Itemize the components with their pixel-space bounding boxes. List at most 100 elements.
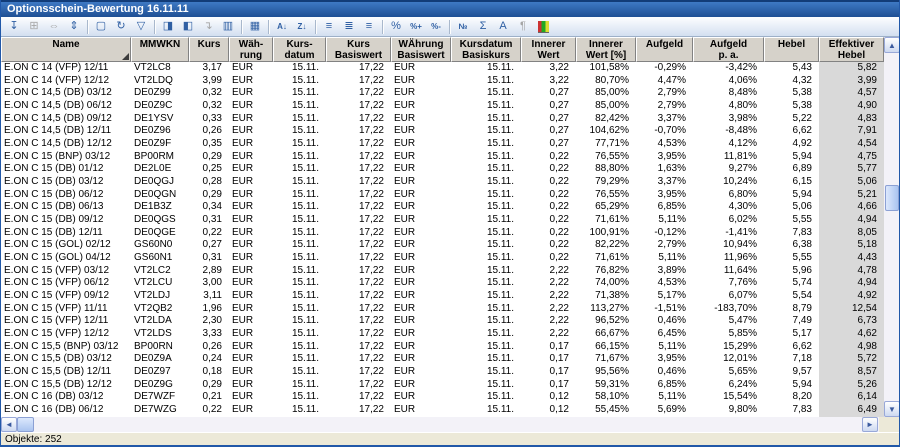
scroll-right-button[interactable]: ►: [862, 417, 878, 432]
cell-kursdatum: 15.11.: [273, 227, 326, 240]
column-header-waehrung[interactable]: Wäh-rung: [229, 37, 273, 62]
column-header-innerer_wert_pct[interactable]: InnererWert [%]: [576, 37, 636, 62]
format-font-icon[interactable]: A: [493, 17, 513, 36]
column-header-waehrung_basiswert[interactable]: WÄhrungBasiswert: [391, 37, 451, 62]
column-header-kurs[interactable]: Kurs: [189, 37, 229, 62]
table-row[interactable]: E.ON C 15,5 (DB) 03/12DE0Z9A0,24EUR15.11…: [1, 353, 884, 366]
table-row[interactable]: E.ON C 15 (BNP) 03/12BP00RM0,29EUR15.11.…: [1, 151, 884, 164]
fit-width-icon[interactable]: ⇔: [44, 17, 64, 36]
horizontal-scrollbar-thumb[interactable]: [17, 417, 34, 432]
column-header-effektiver_hebel[interactable]: EffektiverHebel: [819, 37, 884, 62]
cell-mmwkn: VT2LC8: [131, 62, 189, 75]
table-row[interactable]: E.ON C 15,5 (BNP) 03/12BP00RN0,26EUR15.1…: [1, 341, 884, 354]
column-header-kursdatum_basiskurs[interactable]: KursdatumBasiskurs: [451, 37, 521, 62]
table-row[interactable]: E.ON C 15 (VFP) 11/11VT2QB21,96EUR15.11.…: [1, 303, 884, 316]
row-spacing-wide-icon[interactable]: ≡: [359, 17, 379, 36]
column-header-mmwkn[interactable]: MMWKN: [131, 37, 189, 62]
horizontal-scrollbar[interactable]: ◄ ►: [1, 417, 879, 432]
cell-innerer_wert: 0,12: [521, 391, 576, 404]
table-row[interactable]: E.ON C 14,5 (DB) 12/12DE0Z9F0,35EUR15.11…: [1, 138, 884, 151]
cell-waehrung: EUR: [229, 404, 273, 417]
expand-view-icon[interactable]: ⊞: [24, 17, 44, 36]
table-row[interactable]: E.ON C 15 (VFP) 12/11VT2LDA2,30EUR15.11.…: [1, 315, 884, 328]
insert-column-icon[interactable]: ◨: [158, 17, 178, 36]
add-decimals-icon[interactable]: %+: [406, 17, 426, 36]
column-header-aufgeld_pa[interactable]: Aufgeldp. a.: [693, 37, 764, 62]
row-spacing-medium-icon[interactable]: ≣: [339, 17, 359, 36]
table-row[interactable]: E.ON C 15,5 (DB) 12/11DE0Z970,18EUR15.11…: [1, 366, 884, 379]
cell-mmwkn: DE0QGE: [131, 227, 189, 240]
column-header-hebel[interactable]: Hebel: [764, 37, 819, 62]
cell-kursdatum_basiskurs: 15.11.: [451, 62, 521, 75]
cell-name: E.ON C 15 (VFP) 09/12: [1, 290, 131, 303]
table-row[interactable]: E.ON C 14,5 (DB) 06/12DE0Z9C0,32EUR15.11…: [1, 100, 884, 113]
toolbar-separator: [315, 20, 316, 34]
table-row[interactable]: E.ON C 14,5 (DB) 09/12DE1YSV0,33EUR15.11…: [1, 113, 884, 126]
table-row[interactable]: E.ON C 15 (GOL) 02/12GS60N00,27EUR15.11.…: [1, 239, 884, 252]
cell-kurs: 2,89: [189, 265, 229, 278]
fit-height-icon[interactable]: ⇕: [64, 17, 84, 36]
scroll-up-button[interactable]: ▲: [884, 37, 900, 53]
move-column-icon[interactable]: ↴: [198, 17, 218, 36]
distribution-icon[interactable]: ▥: [218, 17, 238, 36]
table-row[interactable]: E.ON C 15 (DB) 09/12DE0QGS0,31EUR15.11.1…: [1, 214, 884, 227]
table-row[interactable]: E.ON C 15 (DB) 06/13DE1B3Z0,34EUR15.11.1…: [1, 201, 884, 214]
column-setup-icon[interactable]: ▦: [245, 17, 265, 36]
filter-icon[interactable]: ▽: [131, 17, 151, 36]
table-row[interactable]: E.ON C 15 (GOL) 04/12GS60N10,31EUR15.11.…: [1, 252, 884, 265]
sort-descending-icon[interactable]: Z↓: [292, 17, 312, 36]
cell-kurs_basiswert: 17,22: [326, 87, 391, 100]
fields-icon[interactable]: ¶: [513, 17, 533, 36]
table-row[interactable]: E.ON C 14 (VFP) 12/12VT2LDQ3,99EUR15.11.…: [1, 75, 884, 88]
percent-format-icon[interactable]: %: [386, 17, 406, 36]
vertical-scrollbar[interactable]: ▲ ▼: [884, 37, 900, 417]
column-header-innerer_wert[interactable]: InnererWert: [521, 37, 576, 62]
cell-aufgeld: -0,12%: [636, 227, 693, 240]
cell-kurs: 0,29: [189, 379, 229, 392]
export-icon[interactable]: ↧: [4, 17, 24, 36]
table-row[interactable]: E.ON C 15 (DB) 06/12DE0QGN0,29EUR15.11.1…: [1, 189, 884, 202]
column-header-name[interactable]: Name: [1, 37, 131, 62]
scroll-left-button[interactable]: ◄: [1, 417, 17, 432]
refresh-icon[interactable]: ↻: [111, 17, 131, 36]
cell-waehrung: EUR: [229, 189, 273, 202]
table-row[interactable]: E.ON C 15 (DB) 01/12DE2L0E0,25EUR15.11.1…: [1, 163, 884, 176]
table-row[interactable]: E.ON C 14 (VFP) 12/11VT2LC83,17EUR15.11.…: [1, 62, 884, 75]
toolbar-separator: [241, 20, 242, 34]
table-row[interactable]: E.ON C 15 (VFP) 03/12VT2LC22,89EUR15.11.…: [1, 265, 884, 278]
table-row[interactable]: E.ON C 15,5 (DB) 12/12DE0Z9G0,29EUR15.11…: [1, 379, 884, 392]
cell-innerer_wert_pct: 74,00%: [576, 277, 636, 290]
table-row[interactable]: E.ON C 15 (VFP) 09/12VT2LDJ3,11EUR15.11.…: [1, 290, 884, 303]
cell-kurs: 0,24: [189, 353, 229, 366]
table-row[interactable]: E.ON C 16 (DB) 03/12DE7WZF0,21EUR15.11.1…: [1, 391, 884, 404]
cell-mmwkn: VT2LDQ: [131, 75, 189, 88]
chart-icon[interactable]: [533, 17, 553, 36]
vertical-scrollbar-thumb[interactable]: [885, 185, 899, 211]
toolbar-separator: [449, 20, 450, 34]
table-row[interactable]: E.ON C 16 (DB) 06/12DE7WZG0,22EUR15.11.1…: [1, 404, 884, 417]
cell-kursdatum: 15.11.: [273, 113, 326, 126]
row-spacing-compact-icon[interactable]: ≡: [319, 17, 339, 36]
column-header-aufgeld[interactable]: Aufgeld: [636, 37, 693, 62]
table-row[interactable]: E.ON C 14,5 (DB) 03/12DE0Z990,32EUR15.11…: [1, 87, 884, 100]
table-row[interactable]: E.ON C 15 (DB) 12/11DE0QGE0,22EUR15.11.1…: [1, 227, 884, 240]
sort-ascending-icon[interactable]: A↓: [272, 17, 292, 36]
table-row[interactable]: E.ON C 15 (VFP) 06/12VT2LCU3,00EUR15.11.…: [1, 277, 884, 290]
table-row[interactable]: E.ON C 15 (VFP) 12/12VT2LDS3,33EUR15.11.…: [1, 328, 884, 341]
cell-kurs_basiswert: 17,22: [326, 328, 391, 341]
table-row[interactable]: E.ON C 14,5 (DB) 12/11DE0Z960,26EUR15.11…: [1, 125, 884, 138]
new-view-icon[interactable]: ▢: [91, 17, 111, 36]
delete-column-icon[interactable]: ◧: [178, 17, 198, 36]
window-title-bar[interactable]: Optionsschein-Bewertung 16.11.11: [1, 0, 899, 17]
cell-name: E.ON C 14,5 (DB) 12/12: [1, 138, 131, 151]
column-header-kurs_basiswert[interactable]: KursBasiswert: [326, 37, 391, 62]
sum-icon[interactable]: Σ: [473, 17, 493, 36]
cell-kursdatum_basiskurs: 15.11.: [451, 163, 521, 176]
remove-decimals-icon[interactable]: %-: [426, 17, 446, 36]
scroll-down-button[interactable]: ▼: [884, 401, 900, 417]
cell-aufgeld: 5,11%: [636, 391, 693, 404]
column-header-kursdatum[interactable]: Kurs-datum: [273, 37, 326, 62]
table-row[interactable]: E.ON C 15 (DB) 03/12DE0QGJ0,28EUR15.11.1…: [1, 176, 884, 189]
cell-effektiver_hebel: 4,75: [819, 151, 884, 164]
row-numbers-icon[interactable]: №: [453, 17, 473, 36]
